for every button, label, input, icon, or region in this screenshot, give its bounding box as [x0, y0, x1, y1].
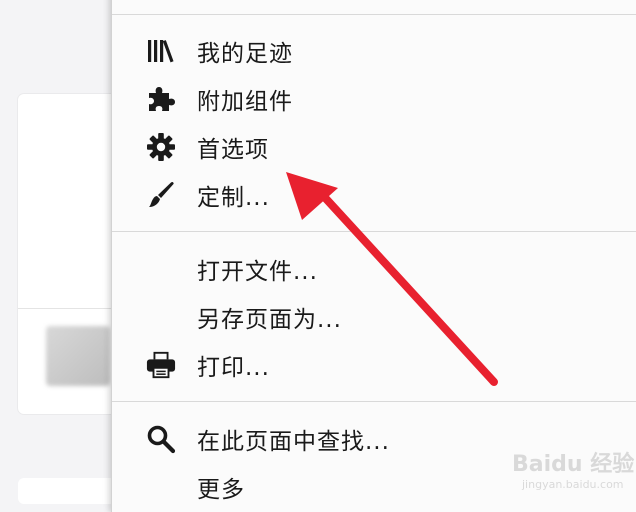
menu-item-label: 更多	[197, 477, 245, 503]
search-icon	[146, 425, 176, 454]
library-icon	[146, 37, 176, 65]
menu-item-print[interactable]: 打印...	[112, 342, 636, 386]
background-thumbnail	[46, 326, 110, 386]
menu-item-label: 打开文件...	[197, 259, 318, 285]
menu-item-customize[interactable]: 定制...	[112, 172, 636, 216]
menu-item-label: 另存页面为...	[197, 307, 342, 333]
menu-item-library[interactable]: 我的足迹	[112, 28, 636, 72]
menu-item-label: 定制...	[197, 185, 270, 211]
paintbrush-icon	[146, 181, 176, 209]
printer-icon	[146, 351, 176, 379]
puzzle-piece-icon	[146, 85, 176, 113]
watermark-subtext: jingyan.baidu.com	[522, 478, 624, 491]
menu-item-label: 附加组件	[197, 89, 293, 115]
menu-separator	[112, 14, 636, 15]
gear-icon	[146, 133, 176, 161]
menu-separator	[112, 401, 636, 402]
menu-item-open-file[interactable]: 打开文件...	[112, 246, 636, 290]
menu-item-label: 我的足迹	[197, 41, 293, 67]
menu-item-save-page-as[interactable]: 另存页面为...	[112, 294, 636, 338]
menu-item-preferences[interactable]: 首选项	[112, 124, 636, 168]
menu-separator	[112, 231, 636, 232]
menu-item-label: 首选项	[197, 137, 269, 163]
menu-item-label: 打印...	[197, 355, 270, 381]
watermark-text: Baidu 经验	[512, 452, 635, 477]
menu-item-label: 在此页面中查找...	[197, 429, 390, 455]
watermark: Baidu 经验 jingyan.baidu.com	[482, 436, 635, 504]
background-divider	[18, 308, 118, 309]
menu-item-addons[interactable]: 附加组件	[112, 76, 636, 120]
